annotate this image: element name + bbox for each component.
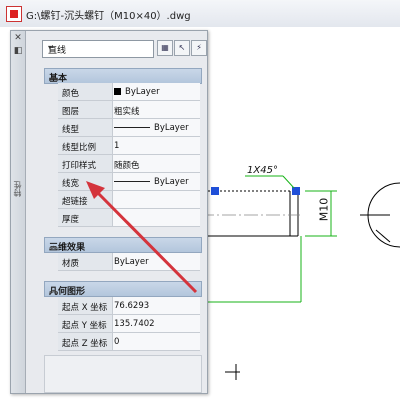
- annotation-arrow: [86, 181, 198, 294]
- annotation-arrow-shaft: [94, 189, 198, 294]
